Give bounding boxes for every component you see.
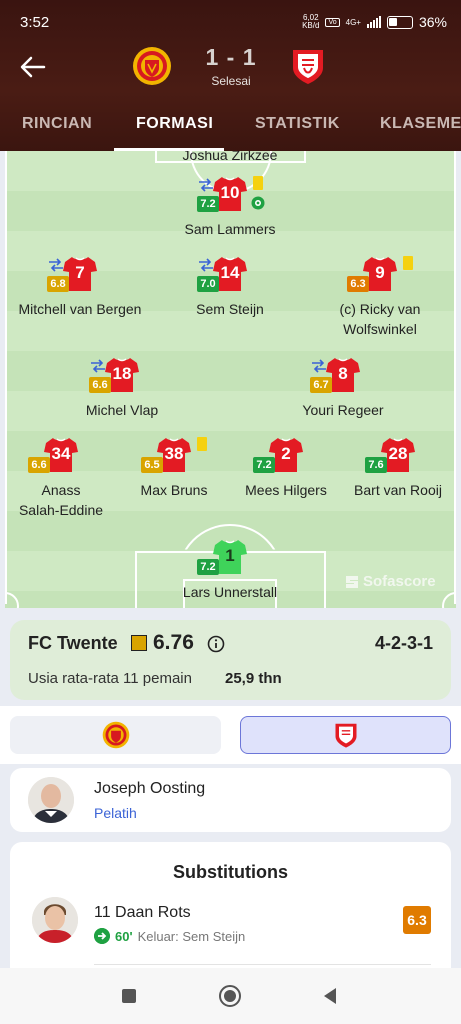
- goal-ball-icon: [251, 196, 265, 210]
- average-age-label: Usia rata-rata 11 pemain: [28, 670, 192, 687]
- tab-rincian[interactable]: RINCIAN: [22, 115, 92, 133]
- tab-klasemen[interactable]: KLASEMEN: [380, 115, 461, 133]
- substitution-out-player: Keluar: Sem Steijn: [137, 928, 246, 944]
- substitute-rating: 6.3: [403, 906, 431, 934]
- player-card[interactable]: 1 7.2 Lars Unnerstall: [150, 539, 310, 602]
- player-rating: 6.3: [347, 276, 369, 292]
- tab-statistik[interactable]: STATISTIK: [255, 115, 340, 133]
- coach-role: Pelatih: [94, 805, 137, 821]
- player-rating: 6.5: [141, 457, 163, 473]
- status-icons: 6,02 KB/d Vo 4G+ 36%: [302, 13, 447, 31]
- team-rating-color-icon: [131, 635, 147, 651]
- substitution-icon: [49, 258, 63, 272]
- recent-apps-icon[interactable]: [117, 984, 141, 1008]
- person-photo-icon: [32, 897, 78, 943]
- sub-in-arrow-icon: [94, 928, 110, 944]
- player-name: Sam Lammers: [184, 221, 276, 237]
- player-rating: 6.6: [28, 457, 50, 473]
- tab-bar: RINCIAN FORMASI STATISTIK KLASEMEN: [0, 112, 461, 151]
- tab-formasi[interactable]: FORMASI: [136, 115, 213, 133]
- team-name: FC Twente: [28, 633, 118, 653]
- player-rating: 6.6: [89, 377, 111, 393]
- player-name: Mitchell van Bergen: [18, 301, 142, 317]
- substitution-icon: [199, 178, 213, 192]
- player-rating: 6.7: [310, 377, 332, 393]
- player-rating: 6.8: [47, 276, 69, 292]
- player-name: (c) Ricky van Wolfswinkel: [339, 301, 421, 337]
- substitutions-title: Substitutions: [173, 862, 288, 882]
- player-card[interactable]: 28 7.6 Bart van Rooij: [318, 437, 456, 500]
- player-name: Youri Regeer: [302, 402, 384, 418]
- formation: 4-2-3-1: [374, 633, 433, 653]
- player-name-cut-off: Joshua Zirkzee: [182, 151, 278, 163]
- coach-avatar: [28, 777, 74, 823]
- manchester-united-logo: [102, 721, 130, 749]
- volte-icon: Vo: [325, 17, 340, 27]
- player-rating: 7.6: [365, 457, 387, 473]
- player-rating: 7.2: [197, 559, 219, 575]
- player-name: Lars Unnerstall: [182, 584, 278, 600]
- status-bar: 3:52 6,02 KB/d Vo 4G+ 36%: [20, 12, 447, 32]
- player-name: Michel Vlap: [85, 402, 159, 418]
- formation-pitch: Joshua Zirkzee 10 7.2 Sam Lammers 7 6.8 …: [5, 151, 456, 608]
- player-name: Sem Steijn: [196, 301, 264, 317]
- match-score: 1 - 1: [205, 44, 257, 70]
- player-name: Bart van Rooij: [354, 482, 442, 498]
- fc-twente-logo[interactable]: [290, 46, 326, 86]
- team-switcher: [0, 706, 461, 764]
- substitute-name[interactable]: 11 Daan Rots: [94, 904, 191, 922]
- match-header: 3:52 6,02 KB/d Vo 4G+ 36% 1 - 1 Selesai: [0, 0, 461, 151]
- fc-twente-logo: [335, 723, 357, 748]
- player-card[interactable]: 10 7.2 Sam Lammers: [150, 176, 310, 239]
- team-average-rating: 6.76: [153, 631, 194, 654]
- player-card[interactable]: 8 6.7 Youri Regeer: [263, 357, 423, 420]
- back-arrow-icon[interactable]: [18, 52, 48, 82]
- away-team-toggle[interactable]: [240, 716, 451, 754]
- home-team-toggle[interactable]: [10, 716, 221, 754]
- substitution-minute: 60': [115, 928, 133, 944]
- substitute-avatar[interactable]: [32, 897, 78, 943]
- divider: [94, 964, 431, 965]
- coach-name: Joseph Oosting: [94, 780, 206, 797]
- status-time: 3:52: [20, 14, 50, 31]
- network-type: 4G+: [345, 17, 361, 27]
- battery-level: 36%: [418, 14, 447, 30]
- back-icon[interactable]: [318, 984, 342, 1008]
- match-status: Selesai: [211, 74, 251, 88]
- person-photo-icon: [28, 777, 74, 823]
- info-icon[interactable]: [207, 635, 225, 653]
- player-card[interactable]: 9 6.3 (c) Ricky van Wolfswinkel: [300, 256, 456, 339]
- substitutions-card: Substitutions 11 Daan Rots 60' Keluar: S…: [10, 842, 451, 982]
- substitution-detail: 60' Keluar: Sem Steijn: [94, 928, 245, 944]
- signal-icon: [366, 16, 381, 28]
- battery-icon: [386, 15, 413, 29]
- sofascore-logo-icon: [346, 575, 358, 588]
- substitution-icon: [199, 258, 213, 272]
- manchester-united-logo[interactable]: [132, 46, 172, 86]
- yellow-card-icon: [403, 256, 413, 270]
- player-card[interactable]: 7 6.8 Mitchell van Bergen: [5, 256, 160, 319]
- substitution-icon: [312, 359, 326, 373]
- yellow-card-icon: [253, 176, 263, 190]
- team-info-card: FC Twente 6.76 4-2-3-1 Usia rata-rata 11…: [10, 620, 451, 700]
- home-icon[interactable]: [218, 984, 242, 1008]
- sofascore-watermark: Sofascore: [345, 573, 436, 590]
- player-rating: 7.2: [197, 196, 219, 212]
- network-speed: 6,02 KB/d: [302, 13, 320, 30]
- system-navigation-bar: [0, 968, 461, 1024]
- average-age-value: 25,9 thn: [225, 670, 282, 687]
- coach-card[interactable]: Joseph Oosting Pelatih: [10, 768, 451, 832]
- player-card[interactable]: 14 7.0 Sem Steijn: [150, 256, 310, 319]
- player-rating: 7.2: [253, 457, 275, 473]
- player-card[interactable]: 18 6.6 Michel Vlap: [42, 357, 202, 420]
- substitution-icon: [91, 359, 105, 373]
- player-rating: 7.0: [197, 276, 219, 292]
